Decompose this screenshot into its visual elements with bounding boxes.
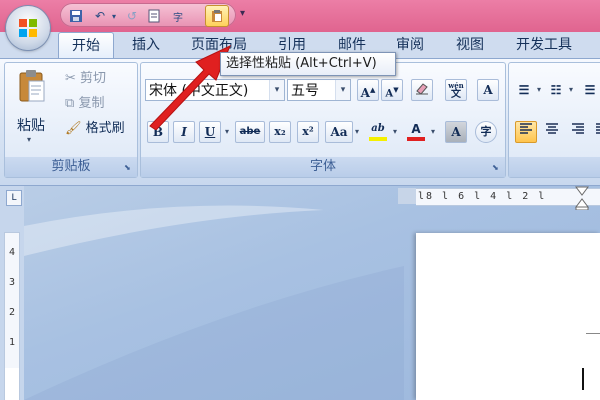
tab-home[interactable]: 开始 <box>58 32 114 59</box>
numbering-icon[interactable]: ☷ <box>545 79 567 101</box>
highlight-dropdown-icon[interactable]: ▾ <box>391 121 399 143</box>
font-size-dropdown-icon[interactable]: ▾ <box>335 80 350 100</box>
font-size-combo[interactable]: 五号 ▾ <box>287 79 351 101</box>
font-group-label: 字体 <box>141 157 505 177</box>
margin-guide <box>586 333 600 334</box>
align-right-button[interactable] <box>567 121 589 143</box>
highlight-button[interactable]: ab <box>365 121 391 143</box>
align-left-icon <box>520 123 532 134</box>
vertical-ruler-text-area <box>5 368 19 400</box>
shrink-font-button[interactable]: A▼ <box>381 79 403 101</box>
char-border-icon: A <box>483 83 493 97</box>
clear-formatting-button[interactable] <box>411 79 433 101</box>
enclose-characters-button[interactable]: 字 <box>475 121 497 143</box>
watermark-logo: Bai du 经验 <box>455 346 585 371</box>
align-left-button[interactable] <box>515 121 537 143</box>
cut-button[interactable]: ✂ 剪切 <box>65 69 106 89</box>
grow-font-button[interactable]: A▲ <box>357 79 379 101</box>
grow-font-icon: A <box>360 86 370 100</box>
character-shading-button[interactable]: A <box>445 121 467 143</box>
phonetic-guide-button[interactable]: wén 文 <box>445 79 467 101</box>
font-size-value: 五号 <box>291 83 319 99</box>
office-button[interactable] <box>6 6 50 50</box>
copy-label: 复制 <box>78 96 105 111</box>
clipboard-group: 粘贴 ▾ ✂ 剪切 ⧉ 复制 🖌 格式刷 剪贴板 ⬊ <box>4 62 138 178</box>
change-case-dropdown-icon[interactable]: ▾ <box>353 121 361 143</box>
superscript-icon: x² <box>302 125 314 138</box>
indent-marker-icon[interactable] <box>575 186 589 210</box>
font-launcher-icon[interactable]: ⬊ <box>492 163 502 173</box>
customize-qat-icon[interactable]: ▾ <box>240 8 254 22</box>
vertical-ruler-tick: 3 <box>9 277 16 288</box>
paste-label: 粘贴 <box>17 118 45 134</box>
strikethrough-button[interactable]: abe <box>235 121 265 143</box>
clipboard-launcher-icon[interactable]: ⬊ <box>124 163 134 173</box>
undo-dropdown-icon[interactable]: ▾ <box>106 8 122 24</box>
justify-button[interactable] <box>591 121 600 143</box>
copy-icon: ⧉ <box>65 96 75 111</box>
paste-special-tooltip: 选择性粘贴 (Alt+Ctrl+V) <box>220 52 396 76</box>
character-border-button[interactable]: A <box>477 79 499 101</box>
paste-icon <box>19 70 45 102</box>
superscript-button[interactable]: x² <box>297 121 319 143</box>
highlight-color-bar <box>369 137 387 141</box>
cut-label: 剪切 <box>80 71 107 86</box>
paste-dropdown-icon: ▾ <box>27 135 32 144</box>
eraser-icon <box>416 83 428 95</box>
paragraph-group: ☰ ▾ ☷ ▾ ☰ <box>508 62 600 178</box>
tab-selector[interactable]: L <box>6 190 22 206</box>
font-color-dropdown-icon[interactable]: ▾ <box>429 121 437 143</box>
horizontal-ruler-ticks: l8 l 6 l 4 l 2 l <box>418 191 547 202</box>
brush-icon: 🖌 <box>65 121 82 136</box>
font-name-dropdown-icon[interactable]: ▾ <box>269 80 284 100</box>
vertical-ruler-tick: 1 <box>9 337 16 348</box>
tab-developer[interactable]: 开发工具 <box>506 32 582 58</box>
multilevel-list-icon[interactable]: ☰ <box>579 79 600 101</box>
subscript-icon: x₂ <box>274 125 286 138</box>
align-center-icon <box>546 123 558 134</box>
bullets-icon[interactable]: ☰ <box>513 79 535 101</box>
copy-button[interactable]: ⧉ 复制 <box>65 94 104 114</box>
change-case-icon: Aa <box>330 125 348 139</box>
align-right-icon <box>572 123 584 134</box>
paragraph-group-label <box>509 157 600 177</box>
office-logo-icon <box>19 19 37 37</box>
tab-view[interactable]: 视图 <box>448 32 492 58</box>
char-shading-icon: A <box>451 125 461 139</box>
numbering-dropdown-icon[interactable]: ▾ <box>567 79 575 101</box>
paste-special-icon[interactable] <box>205 5 229 27</box>
redo-icon[interactable]: ↺ <box>124 8 140 24</box>
format-painter-button[interactable]: 🖌 格式刷 <box>65 119 125 139</box>
bullets-dropdown-icon[interactable]: ▾ <box>535 79 543 101</box>
new-document-icon[interactable] <box>146 8 162 24</box>
translate-icon[interactable]: 字 <box>170 8 186 24</box>
save-icon[interactable] <box>68 8 84 24</box>
format-painter-label: 格式刷 <box>85 121 125 136</box>
vertical-ruler-tick: 4 <box>9 247 16 258</box>
scissors-icon: ✂ <box>65 71 76 86</box>
horizontal-ruler[interactable]: l8 l 6 l 4 l 2 l <box>416 188 600 206</box>
font-color-button[interactable]: A <box>403 121 429 143</box>
subscript-button[interactable]: x₂ <box>269 121 291 143</box>
enclose-characters-icon: 字 <box>480 125 492 138</box>
strikethrough-icon: abe <box>239 126 261 137</box>
horizontal-ruler-margin <box>398 188 416 204</box>
font-color-bar <box>407 137 425 141</box>
phonetic-char: 文 <box>451 89 461 100</box>
align-center-button[interactable] <box>541 121 563 143</box>
paste-button[interactable]: 粘贴 ▾ <box>11 69 51 144</box>
clipboard-group-label: 剪贴板 <box>5 157 137 177</box>
change-case-button[interactable]: Aa <box>325 121 353 143</box>
vertical-ruler-tick: 2 <box>9 307 16 318</box>
watermark-url: jingyan.baidu.com <box>465 378 567 391</box>
justify-icon <box>596 123 600 134</box>
highlighter-icon: ab <box>371 123 385 134</box>
baidu-watermark: Bai du 经验 jingyan.baidu.com <box>455 340 600 400</box>
quick-access-toolbar: ↶ ▾ ↺ 字 <box>60 3 236 27</box>
font-color-icon: A <box>411 122 421 136</box>
